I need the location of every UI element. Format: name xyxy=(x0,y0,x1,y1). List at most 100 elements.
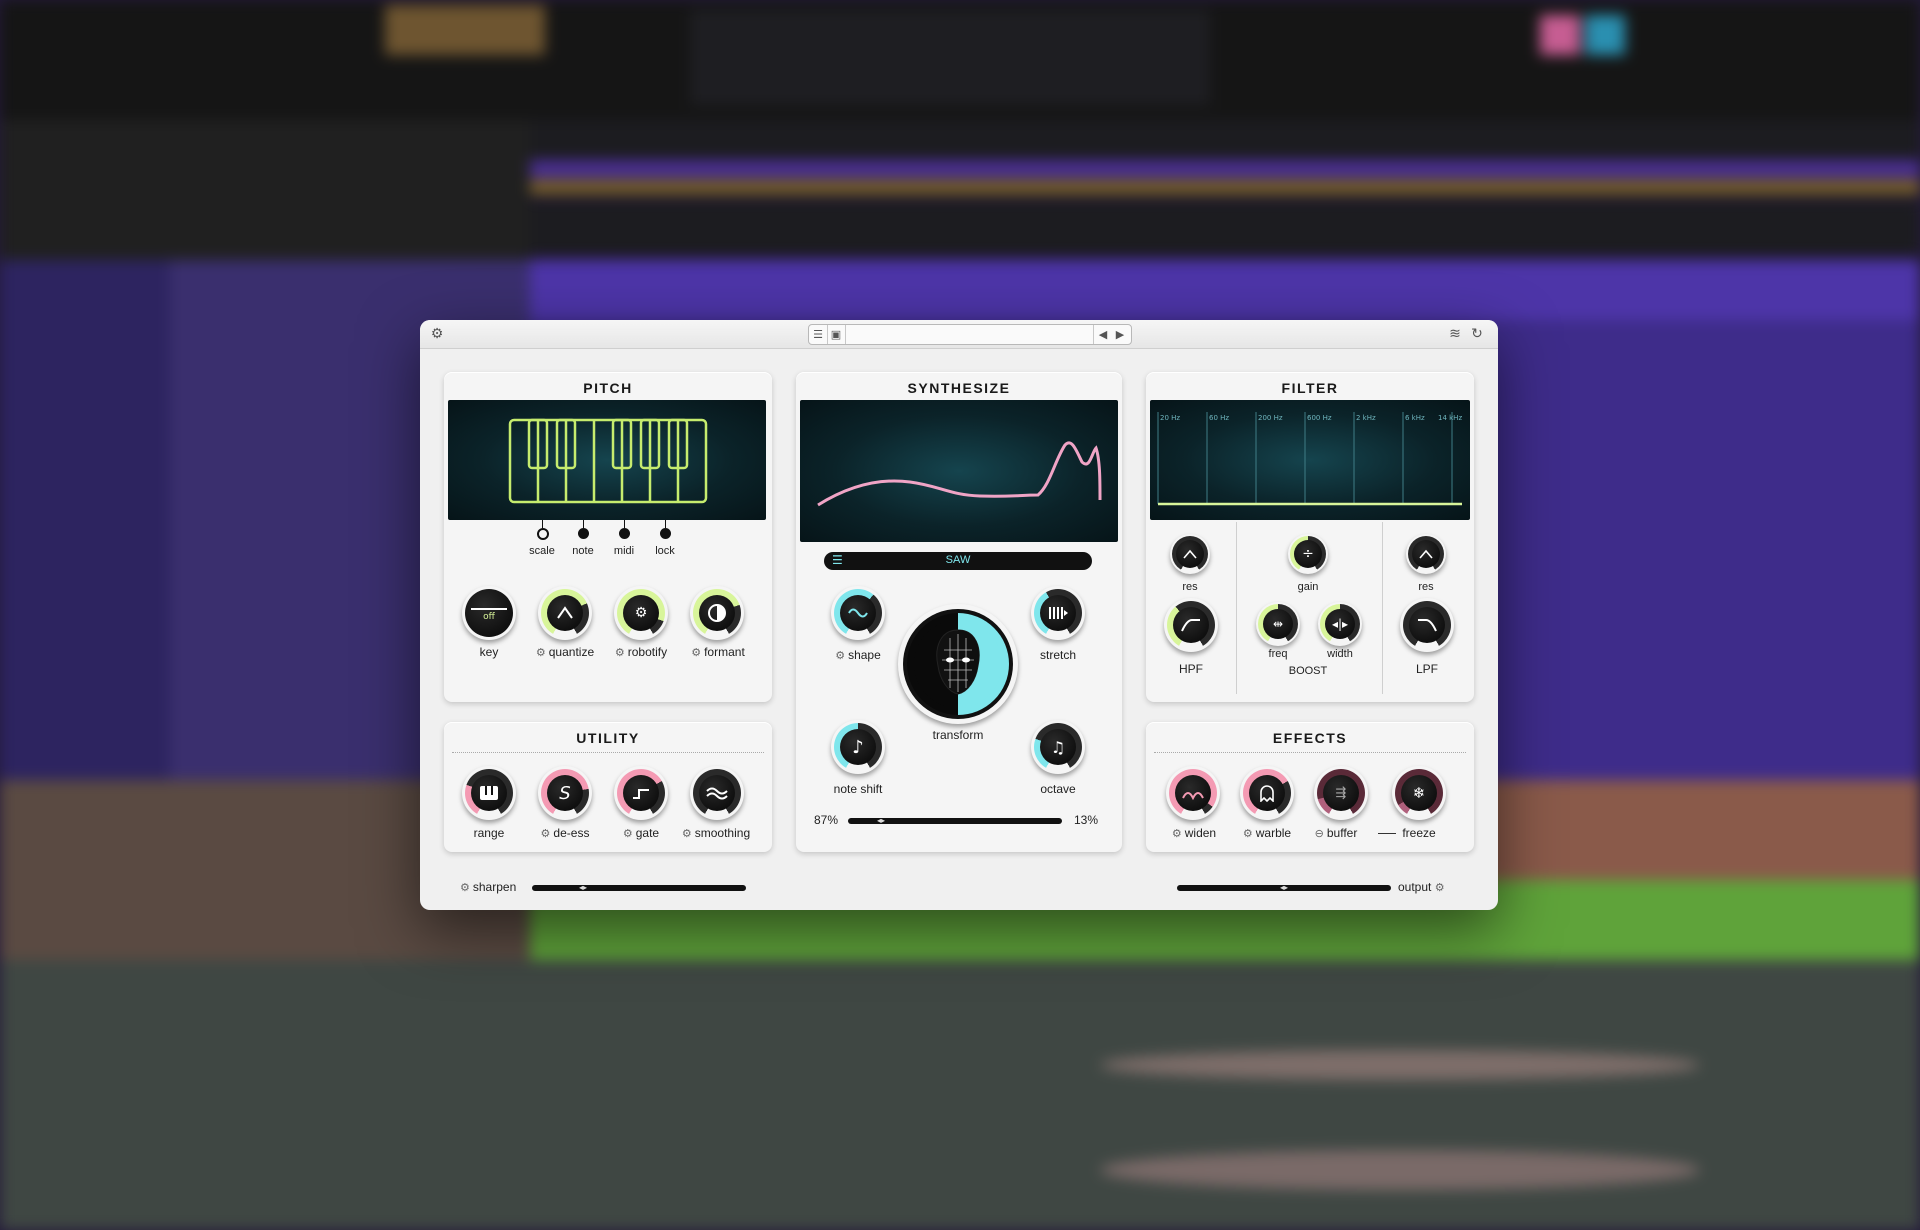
freq-label: 60 Hz xyxy=(1209,414,1230,422)
slider-thumb[interactable]: ◂▸ xyxy=(874,817,888,825)
mix-left-value: 87% xyxy=(814,813,839,827)
gear-icon[interactable]: ⚙ xyxy=(615,647,625,659)
lpf-knob[interactable] xyxy=(1400,598,1454,652)
waveform-selector[interactable]: ☰ SAW xyxy=(824,552,1092,570)
piano-keys-graphic xyxy=(508,418,708,504)
pitch-keyboard-display xyxy=(448,400,766,520)
quantize-knob[interactable] xyxy=(538,586,592,640)
widen-knob[interactable] xyxy=(1166,766,1220,820)
knob-label: warble xyxy=(1255,826,1292,840)
gear-icon[interactable]: ⚙ xyxy=(623,828,633,840)
waveform-display xyxy=(800,400,1118,542)
slider-thumb[interactable]: ◂▸ xyxy=(1277,884,1291,892)
robot-head-icon: ⚙ xyxy=(623,595,659,631)
note-shift-knob[interactable]: ♪ xyxy=(831,720,885,774)
gear-icon[interactable]: ⚙ xyxy=(1435,882,1445,894)
knob-label: formant xyxy=(704,645,745,659)
de-ess-label-wrap: ⚙ de-ess xyxy=(522,826,608,840)
gear-icon[interactable]: ⚙ xyxy=(541,828,551,840)
range-knob[interactable] xyxy=(462,766,516,820)
width-knob[interactable]: ◂|▸ xyxy=(1318,602,1362,646)
key-value: off xyxy=(483,612,495,622)
transform-knob[interactable] xyxy=(898,604,1018,724)
buffer-knob[interactable]: ⇶ xyxy=(1314,766,1368,820)
waveform-graphic xyxy=(817,441,1102,507)
gear-icon[interactable]: ⚙ xyxy=(460,882,470,894)
formant-icon xyxy=(708,604,726,622)
gear-icon[interactable]: ⚙ xyxy=(536,647,546,659)
warble-knob[interactable] xyxy=(1240,766,1294,820)
divider xyxy=(1236,522,1237,694)
output-label-wrap: output ⚙ xyxy=(1398,880,1468,894)
quantize-label-wrap: ⚙ quantize xyxy=(522,645,608,659)
wave-icon xyxy=(706,787,728,800)
waveform-value: SAW xyxy=(945,554,971,566)
utility-panel: UTILITY range S ⚙ de-ess ⚙ gate ⚙ smooth… xyxy=(444,722,772,852)
gear-icon[interactable]: ⚙ xyxy=(835,650,845,662)
knob-label: buffer xyxy=(1326,826,1358,840)
face-icon xyxy=(914,620,1002,708)
piano-icon xyxy=(480,786,498,800)
knob-label: LPF xyxy=(1415,662,1438,676)
sharpen-slider[interactable]: ◂▸ xyxy=(532,884,746,892)
next-icon[interactable]: ▶ xyxy=(1111,325,1129,344)
knob-label: res xyxy=(1418,581,1434,593)
buffer-label-wrap: ⊖ buffer xyxy=(1296,826,1376,840)
gate-knob[interactable] xyxy=(614,766,668,820)
gear-icon[interactable]: ⚙ xyxy=(691,647,701,659)
shape-knob[interactable] xyxy=(831,586,885,640)
key-knob[interactable]: off xyxy=(462,586,516,640)
utility-title: UTILITY xyxy=(576,730,640,746)
gear-icon[interactable]: ⚙ xyxy=(1172,828,1182,840)
gear-icon[interactable]: ⚙ xyxy=(682,828,692,840)
stretch-knob[interactable] xyxy=(1031,586,1085,640)
res-icon xyxy=(1419,549,1433,559)
filter-display: 20 Hz 60 Hz 200 Hz 600 Hz 2 kHz 6 kHz 14… xyxy=(1150,400,1470,520)
robotify-knob[interactable]: ⚙ xyxy=(614,586,668,640)
gear-icon[interactable]: ⚙ xyxy=(1243,828,1253,840)
knob-label: freq xyxy=(1268,648,1288,660)
knob-label: gate xyxy=(635,826,660,840)
freeze-knob[interactable]: ❄ xyxy=(1392,766,1446,820)
prev-icon[interactable]: ◀ xyxy=(1093,325,1112,344)
output-slider[interactable]: ◂▸ xyxy=(1177,884,1391,892)
filter-panel: FILTER 20 Hz 60 Hz 200 Hz 600 Hz 2 kHz 6… xyxy=(1146,372,1474,702)
knob-label: shape xyxy=(848,648,881,662)
slider-thumb[interactable]: ◂▸ xyxy=(576,884,590,892)
octave-knob[interactable]: ♫ xyxy=(1031,720,1085,774)
smoothing-knob[interactable] xyxy=(690,766,744,820)
lowpass-icon xyxy=(1418,619,1437,632)
res-icon xyxy=(1183,549,1197,559)
mix-right-value: 13% xyxy=(1073,813,1098,827)
save-icon[interactable]: ▣ xyxy=(827,325,846,344)
synthesize-title: SYNTHESIZE xyxy=(907,380,1011,396)
knob-label: robotify xyxy=(627,645,668,659)
output-label: output xyxy=(1398,880,1432,894)
filter-title: FILTER xyxy=(1281,380,1339,396)
knob-label: range xyxy=(473,826,505,840)
knob-label: transform xyxy=(932,728,984,742)
hpf-res-knob[interactable] xyxy=(1170,534,1210,574)
stretch-icon xyxy=(1049,607,1068,619)
ghost-icon xyxy=(1260,785,1274,802)
freq-knob[interactable]: ⇹ xyxy=(1256,602,1300,646)
quantize-icon xyxy=(557,606,573,619)
sine-icon xyxy=(848,608,868,618)
link-icon[interactable]: ⊖ xyxy=(1315,828,1324,840)
mix-slider[interactable]: ◂▸ xyxy=(848,817,1062,825)
menu-icon[interactable]: ☰ xyxy=(809,325,828,344)
preset-selector[interactable]: ☰ ▣ ◀ ▶ xyxy=(808,324,1132,345)
gain-knob[interactable]: ÷ xyxy=(1288,534,1328,574)
hpf-knob[interactable] xyxy=(1164,598,1218,652)
de-ess-knob[interactable]: S xyxy=(538,766,592,820)
knob-label: res xyxy=(1182,581,1198,593)
effects-panel: EFFECTS ⚙ widen ⚙ warble ⇶ ⊖ buffer ❄ freez… xyxy=(1146,722,1474,852)
formant-knob[interactable] xyxy=(690,586,744,640)
undo-icon[interactable]: ↻ xyxy=(1468,325,1486,343)
gear-icon[interactable]: ⚙ xyxy=(428,325,446,343)
shape-label-wrap: ⚙ shape xyxy=(818,648,898,662)
knob-label: smoothing xyxy=(694,826,751,840)
switch-label: lock xyxy=(655,545,675,557)
layers-icon[interactable]: ≋ xyxy=(1446,325,1464,343)
lpf-res-knob[interactable] xyxy=(1406,534,1446,574)
